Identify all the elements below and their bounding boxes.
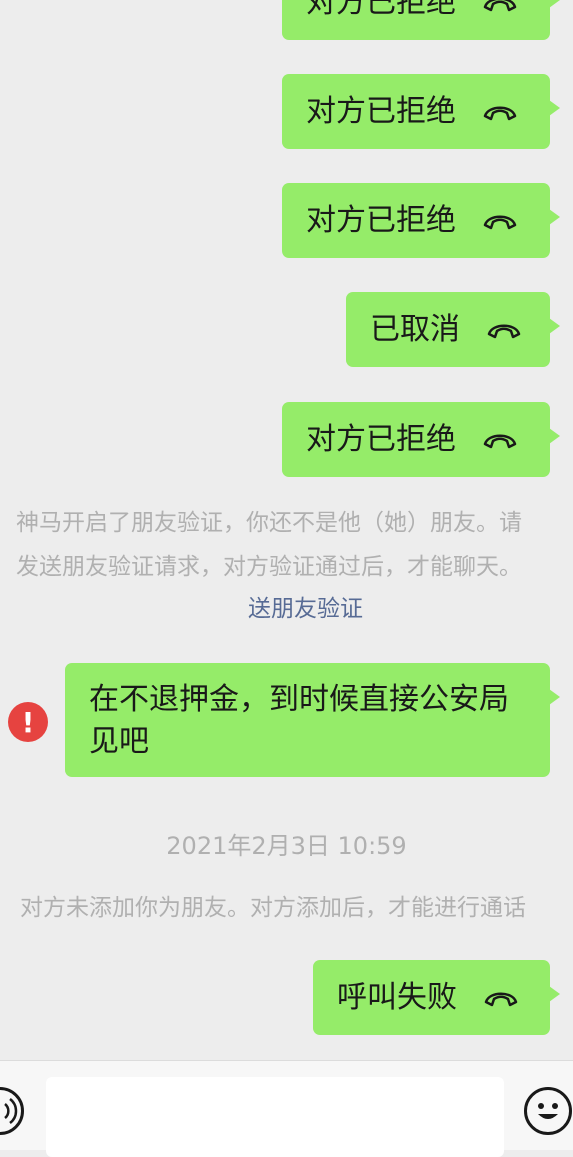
call-message-bubble[interactable]: 对方已拒绝: [282, 183, 560, 258]
call-message-bubble[interactable]: 对方已拒绝: [282, 0, 560, 40]
system-notice-not-added: 对方未添加你为朋友。对方添加后，才能进行通话: [20, 895, 526, 921]
system-notice-verify-line2: 发送朋友验证请求，对方验证通过后，才能聊天。: [16, 554, 522, 580]
message-input[interactable]: [46, 1077, 504, 1157]
system-notice-verify-line1: 神马开启了朋友验证，你还不是他（她）朋友。请: [16, 510, 522, 536]
hangup-icon: [482, 210, 518, 232]
hangup-icon: [486, 319, 522, 341]
voice-icon[interactable]: [0, 1087, 24, 1135]
call-message-bubble[interactable]: 对方已拒绝: [282, 74, 560, 149]
emoji-icon[interactable]: [524, 1087, 572, 1135]
hangup-icon: [483, 987, 519, 1009]
call-message-bubble[interactable]: 呼叫失败: [313, 960, 560, 1035]
call-status-label: 对方已拒绝: [306, 202, 456, 238]
call-status-label: 对方已拒绝: [306, 421, 456, 457]
hangup-icon: [482, 429, 518, 451]
message-text: 在不退押金，到时候直接公安局见吧: [89, 682, 509, 759]
call-message-bubble[interactable]: 已取消: [346, 292, 560, 367]
call-status-label: 呼叫失败: [337, 979, 457, 1015]
call-message-bubble[interactable]: 对方已拒绝: [282, 402, 560, 477]
call-status-label: 已取消: [370, 311, 460, 347]
hangup-icon: [482, 0, 518, 14]
send-verification-link[interactable]: 送朋友验证: [248, 590, 363, 628]
hangup-icon: [482, 101, 518, 123]
call-status-label: 对方已拒绝: [306, 93, 456, 129]
error-icon[interactable]: !: [8, 702, 48, 742]
chat-area[interactable]: 对方已拒绝 对方已拒绝 对方已拒绝 已取消 对方已拒绝 神马开启了朋友验证，你还…: [0, 0, 573, 1060]
call-status-label: 对方已拒绝: [306, 0, 456, 20]
text-message-bubble[interactable]: 在不退押金，到时候直接公安局见吧: [65, 663, 560, 777]
input-bar: [0, 1060, 573, 1157]
timestamp: 2021年2月3日 10:59: [166, 832, 407, 860]
